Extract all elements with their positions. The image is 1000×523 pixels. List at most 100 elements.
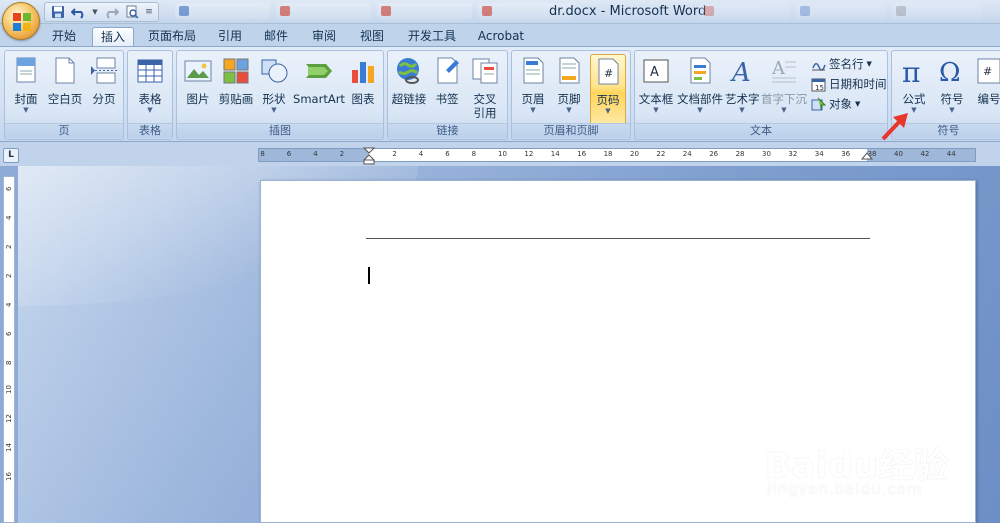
tab-developer[interactable]: 开发工具 <box>402 27 462 46</box>
clip-art-label: 剪贴画 <box>218 92 254 106</box>
chart-button[interactable]: 图表 <box>347 54 379 106</box>
baidu-watermark: Baidu经验 jingyan.baidu.com <box>765 417 980 510</box>
blurred-window-tabs <box>700 3 982 19</box>
dropdown-arrow-icon: ▼ <box>271 106 277 114</box>
ruler-tick: 22 <box>656 150 666 158</box>
ruler-tick: 26 <box>709 150 719 158</box>
cover-page-button[interactable]: 封面 ▼ <box>9 54 43 115</box>
equation-button[interactable]: π 公式 ▼ <box>896 54 932 115</box>
bookmark-button[interactable]: 书签 <box>430 54 464 106</box>
tab-home[interactable]: 开始 <box>44 27 84 46</box>
clip-art-icon <box>223 58 249 84</box>
watermark-sub: jingyan.baidu.com <box>767 480 923 498</box>
text-box-label: 文本框 <box>638 92 674 106</box>
dropdown-arrow-icon[interactable]: ▼ <box>91 4 99 20</box>
tab-page-layout[interactable]: 页面布局 <box>144 27 200 46</box>
shapes-button[interactable]: 形状 ▼ <box>257 54 291 115</box>
quick-parts-icon <box>690 57 711 84</box>
tab-references[interactable]: 引用 <box>212 27 248 46</box>
text-box-button[interactable]: A 文本框 ▼ <box>637 54 675 115</box>
ruler-tick: 24 <box>682 150 692 158</box>
group-header-footer: 页眉 ▼ 页脚 ▼ # 页码 ▼ 页眉和页脚 <box>511 50 631 140</box>
taskbar-tabs <box>175 3 573 19</box>
customize-toolbar-icon[interactable]: ≡ <box>144 4 154 20</box>
calendar-icon: 15 <box>811 78 826 92</box>
wordart-icon: A <box>730 58 751 88</box>
picture-icon <box>184 60 212 82</box>
quick-parts-button[interactable]: 文档部件 ▼ <box>677 54 723 115</box>
redo-icon[interactable] <box>102 4 120 20</box>
ruler-tick: 8 <box>260 150 265 158</box>
svg-text:A: A <box>650 65 659 80</box>
group-header-footer-label: 页眉和页脚 <box>512 123 630 138</box>
footer-icon <box>559 57 580 84</box>
ruler-tick: 30 <box>762 150 771 158</box>
tab-view[interactable]: 视图 <box>354 27 390 46</box>
object-button[interactable]: 对象 ▼ <box>811 95 860 113</box>
object-label: 对象 <box>829 97 852 111</box>
drop-cap-button[interactable]: A 首字下沉 ▼ <box>761 54 807 115</box>
group-pages: 封面 ▼ 空白页 分页 页 <box>4 50 124 140</box>
text-box-icon: A <box>643 59 669 83</box>
symbol-button[interactable]: Ω 符号 ▼ <box>934 54 970 115</box>
picture-button[interactable]: 图片 <box>181 54 215 106</box>
hyperlink-icon <box>397 58 419 84</box>
numbering-button[interactable]: # 编号 <box>972 54 1000 106</box>
object-icon <box>811 97 826 110</box>
date-time-button[interactable]: 15 日期和时间 <box>811 75 887 93</box>
wordart-button[interactable]: A 艺术字 ▼ <box>725 54 760 115</box>
cross-reference-button[interactable]: 交叉 引用 <box>466 54 504 120</box>
svg-text:#: # <box>983 65 992 78</box>
group-illustrations: 图片 剪贴画 形状 ▼ SmartArt 图表 插图 <box>176 50 384 140</box>
right-indent-marker-icon[interactable] <box>861 152 873 162</box>
vertical-ruler[interactable]: 6 4 2 2 4 6 8 10 12 14 16 <box>3 176 15 523</box>
page-number-icon: # <box>598 58 619 85</box>
dropdown-arrow-icon: ▼ <box>781 106 787 114</box>
tab-insert[interactable]: 插入 <box>92 27 134 46</box>
header-button[interactable]: 页眉 ▼ <box>516 54 550 115</box>
blurred-tab <box>377 3 472 19</box>
tab-acrobat[interactable]: Acrobat <box>472 27 530 46</box>
group-text: A 文本框 ▼ 文档部件 ▼ A 艺术字 ▼ A 首字下沉 ▼ 签名行 ▼ 15… <box>634 50 888 140</box>
blank-page-button[interactable]: 空白页 <box>45 54 85 106</box>
numbering-label: 编号 <box>977 92 1000 106</box>
group-tables: 表格 ▼ 表格 <box>127 50 173 140</box>
page-number-button[interactable]: # 页码 ▼ <box>590 54 626 125</box>
hyperlink-button[interactable]: 超链接 <box>390 54 428 106</box>
indent-marker-icon[interactable] <box>363 147 375 165</box>
table-button[interactable]: 表格 ▼ <box>132 54 168 115</box>
smartart-button[interactable]: SmartArt <box>293 54 345 106</box>
office-button[interactable] <box>2 2 40 40</box>
cross-reference-label-2: 引用 <box>473 106 497 120</box>
horizontal-ruler[interactable]: 8 6 4 2 2 4 6 8 10 12 14 16 18 20 22 24 26 28 30 32 34 36 38 40… <box>258 147 976 165</box>
header-label: 页眉 <box>521 92 545 106</box>
clip-art-button[interactable]: 剪贴画 <box>217 54 255 106</box>
ruler-tick: 10 <box>498 150 507 158</box>
svg-text:π: π <box>902 56 920 86</box>
bookmark-label: 书签 <box>435 92 459 106</box>
ruler-tick: 2 <box>339 150 345 158</box>
tab-selector[interactable]: L <box>3 148 19 163</box>
signature-line-label: 签名行 <box>829 57 864 71</box>
vertical-ruler-tick: 14 <box>5 443 13 452</box>
ruler-tick: 6 <box>445 150 450 158</box>
ruler-tick: 8 <box>471 150 477 158</box>
page-break-button[interactable]: 分页 <box>87 54 121 106</box>
print-preview-icon[interactable] <box>123 4 141 20</box>
ruler-tick: 42 <box>920 150 930 158</box>
tab-mailings[interactable]: 邮件 <box>258 27 294 46</box>
signature-line-button[interactable]: 签名行 ▼ <box>811 55 872 73</box>
header-icon <box>523 57 544 84</box>
vertical-ruler-tick: 12 <box>5 414 13 423</box>
vertical-ruler-tick: 10 <box>5 385 13 394</box>
page-number-label: 页码 <box>596 93 620 107</box>
drop-cap-label: 首字下沉 <box>761 92 807 106</box>
undo-icon[interactable] <box>70 4 88 20</box>
blurred-tab <box>175 3 270 19</box>
save-icon[interactable] <box>49 4 67 20</box>
footer-button[interactable]: 页脚 ▼ <box>552 54 586 115</box>
tab-review[interactable]: 审阅 <box>306 27 342 46</box>
blurred-tab <box>796 3 886 19</box>
dropdown-arrow-icon: ▼ <box>739 106 745 114</box>
blank-page-icon <box>55 57 75 84</box>
